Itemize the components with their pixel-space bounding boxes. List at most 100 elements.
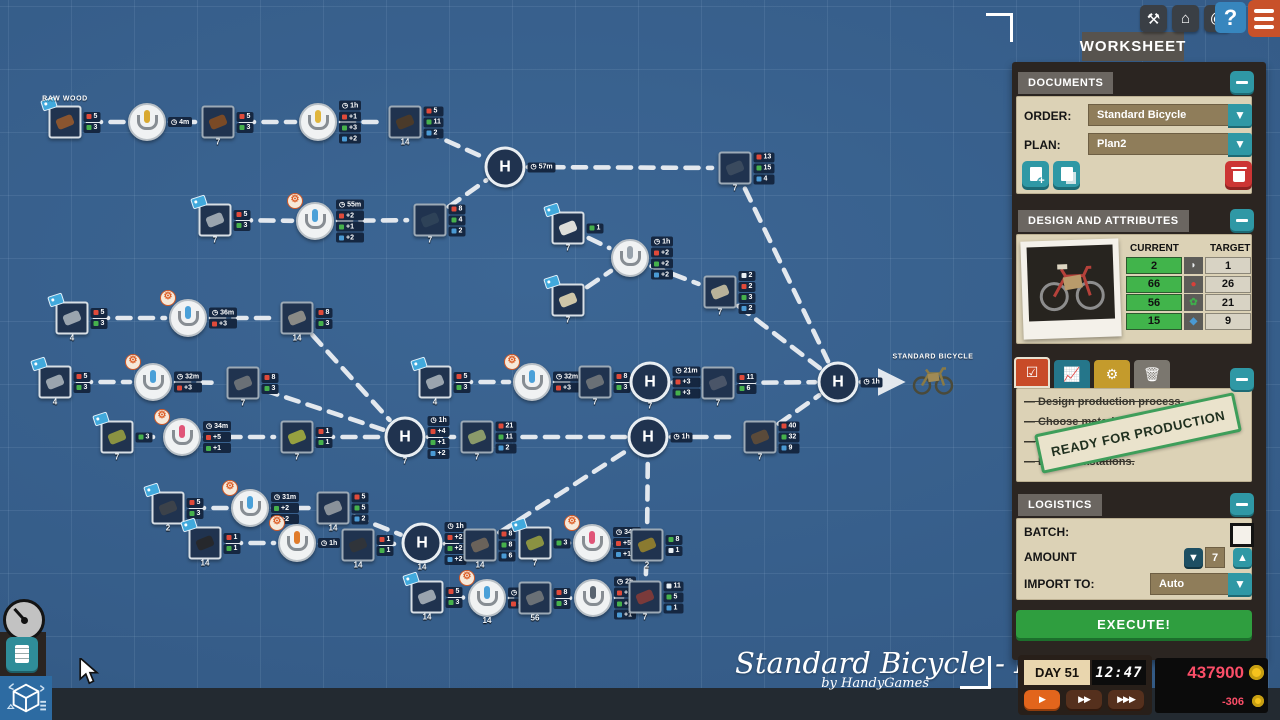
- amount-decrease-button[interactable]: ▼: [1184, 548, 1203, 567]
- mach-node-I2[interactable]: ⚙ ◷ 32m +3: [504, 354, 582, 401]
- fast-forward-button[interactable]: ▶▶: [1066, 690, 1102, 709]
- mat-node-M1[interactable]: 5 3 14: [402, 571, 463, 622]
- mat-node-C2[interactable]: 7: [543, 274, 585, 325]
- asm-node-Z1[interactable]: H ◷ 1h: [817, 361, 883, 403]
- mat-node-C1[interactable]: 17: [543, 202, 604, 253]
- batch-checkbox[interactable]: [1230, 523, 1254, 547]
- asm-node-A6[interactable]: H ◷ 57m: [484, 146, 556, 188]
- tab-discard[interactable]: 🗑: [1134, 360, 1170, 388]
- play-button[interactable]: ▶: [1024, 690, 1060, 709]
- tab-stats[interactable]: 📈: [1054, 360, 1090, 388]
- copy-plan-button[interactable]: [1053, 161, 1080, 187]
- item-node-C4[interactable]: 2 2 3 2 7: [703, 270, 756, 317]
- badge-value: 5: [100, 309, 105, 316]
- item-box: [55, 301, 89, 335]
- mat-node-E1[interactable]: 534: [30, 356, 91, 407]
- item-node-I5[interactable]: 11 6 7: [701, 366, 757, 408]
- amount-value[interactable]: 7: [1205, 547, 1225, 568]
- mat-node-K1[interactable]: 1 1 14: [180, 517, 241, 568]
- menu-button[interactable]: [1248, 0, 1280, 37]
- import-to-dropdown[interactable]: Auto: [1150, 573, 1237, 595]
- machine-icon: [136, 109, 158, 130]
- attr-dot-r: [426, 108, 432, 114]
- item-node-B3[interactable]: 8 4 2 7: [413, 203, 466, 245]
- item-node-K5[interactable]: 8 8 6 14: [463, 528, 516, 570]
- mach-node-F2[interactable]: ⚙ ◷ 34m +5 +1: [154, 409, 232, 456]
- mach-node-E2[interactable]: ⚙ ◷ 32m +3: [125, 354, 203, 401]
- badge-stack: 11 5 1: [663, 581, 684, 613]
- mat-node-L1[interactable]: 37: [510, 517, 571, 568]
- help-button[interactable]: ?: [1215, 2, 1246, 33]
- mach-node-M4[interactable]: ◷2h+3+2+1: [574, 576, 637, 620]
- notes-collapse-button[interactable]: [1230, 368, 1254, 390]
- attribute-badge: 1: [665, 545, 683, 556]
- order-dropdown[interactable]: Standard Bicycle: [1088, 104, 1237, 126]
- mat-node-J1[interactable]: 532: [143, 482, 204, 533]
- mach-node-K2[interactable]: ⚙ ◷ 1h: [269, 515, 341, 562]
- design-collapse-button[interactable]: [1230, 209, 1254, 231]
- asm-node-K4[interactable]: H ◷ 1h +2 +2 +2 14: [401, 521, 467, 572]
- asm-node-H1[interactable]: H ◷ 1h: [627, 416, 693, 458]
- tab-machines[interactable]: ⚙: [1094, 360, 1130, 388]
- mach-node-M2[interactable]: ⚙◷2h+314: [459, 570, 531, 625]
- item-node-A5[interactable]: 5 11 2 14: [388, 105, 444, 147]
- item-node-A7[interactable]: 13 15 4 7: [718, 151, 775, 193]
- mach-node-L2[interactable]: ⚙◷34m+5+1: [564, 515, 642, 562]
- mat-node-D1[interactable]: 534: [47, 292, 108, 343]
- attr-dot-b: [781, 445, 787, 451]
- order-dropdown-chevron-icon[interactable]: ▼: [1228, 104, 1252, 126]
- mat-node-B1[interactable]: 537: [190, 194, 251, 245]
- assembly-icon: H: [416, 534, 428, 551]
- home-button[interactable]: ⌂: [1172, 5, 1199, 32]
- prod-node-Z2[interactable]: STANDARD BICYCLE: [892, 354, 973, 401]
- mach-node-A4[interactable]: ◷ 1h +1 +3 +2: [299, 100, 362, 144]
- import-dropdown-chevron-icon[interactable]: ▼: [1228, 573, 1252, 595]
- new-plan-button[interactable]: [1022, 161, 1049, 187]
- machine-icon: [304, 208, 326, 229]
- item-node-A3[interactable]: 537: [201, 105, 254, 147]
- attr-dot-g: [589, 225, 595, 231]
- speed-gauge[interactable]: [3, 599, 45, 641]
- item-node-M3[interactable]: 8 3 56: [518, 581, 571, 623]
- upgrade-gear-icon: ⚙: [222, 480, 238, 496]
- item-node-J3[interactable]: 5 5 2 14: [316, 491, 369, 533]
- mach-node-J2[interactable]: ⚙ ◷ 31m +2 +2: [222, 480, 300, 527]
- order-value: Standard Bicycle: [1097, 109, 1187, 121]
- delete-plan-button[interactable]: [1225, 161, 1252, 187]
- tools-button[interactable]: ⚒: [1140, 5, 1167, 32]
- mat-node-A1[interactable]: 5 3 RAW WOOD: [40, 96, 101, 139]
- item-node-D3[interactable]: 8 3 14: [280, 301, 333, 343]
- item-icon: [467, 428, 487, 446]
- mach-node-D2[interactable]: ⚙ ◷ 36m +3: [160, 290, 238, 337]
- item-node-L3[interactable]: 812: [630, 528, 683, 570]
- item-node-G2[interactable]: 21 11 2 7: [460, 420, 517, 462]
- attribute-badge: 3: [261, 383, 279, 394]
- mach-node-B2[interactable]: ⚙ ◷ 55m +2 +1 +2: [287, 193, 365, 243]
- worksheet-toggle-button[interactable]: [6, 637, 38, 671]
- asm-node-G1[interactable]: H ◷ 1h +4 +1 +2 7: [384, 415, 450, 466]
- asm-node-I4[interactable]: H ◷ 21m +3 +3 7: [629, 361, 701, 411]
- item-node-I3[interactable]: 837: [578, 365, 631, 407]
- logistics-collapse-button[interactable]: [1230, 493, 1254, 515]
- badge-value: +1: [437, 439, 446, 446]
- attr-dot-r: [616, 540, 621, 546]
- tab-checklist[interactable]: ☑: [1014, 357, 1050, 388]
- mach-node-C3[interactable]: ◷ 1h +2 +2 +2: [611, 236, 674, 280]
- mach-node-A2[interactable]: ◷ 4m: [128, 103, 193, 141]
- item-node-H2[interactable]: 40 32 9 7: [743, 420, 800, 462]
- fastest-button[interactable]: ▶▶▶: [1108, 690, 1144, 709]
- amount-increase-button[interactable]: ▲: [1233, 548, 1252, 567]
- item-node-K3[interactable]: 1 1 14: [341, 528, 394, 570]
- production-planner-button[interactable]: [0, 676, 52, 720]
- plan-dropdown[interactable]: Plan2: [1088, 133, 1237, 155]
- item-node-M5[interactable]: 11 5 1 7: [628, 580, 684, 622]
- plan-dropdown-chevron-icon[interactable]: ▼: [1228, 133, 1252, 155]
- mat-node-F1[interactable]: 37: [92, 411, 153, 462]
- badge-value: +4: [437, 428, 446, 435]
- execute-button[interactable]: EXECUTE!: [1016, 610, 1252, 638]
- mat-node-I1[interactable]: 534: [410, 356, 471, 407]
- item-node-E3[interactable]: 837: [226, 366, 279, 408]
- documents-collapse-button[interactable]: [1230, 71, 1254, 93]
- item-node-F3[interactable]: 117: [280, 420, 333, 462]
- attribute-badge: +2: [271, 503, 300, 513]
